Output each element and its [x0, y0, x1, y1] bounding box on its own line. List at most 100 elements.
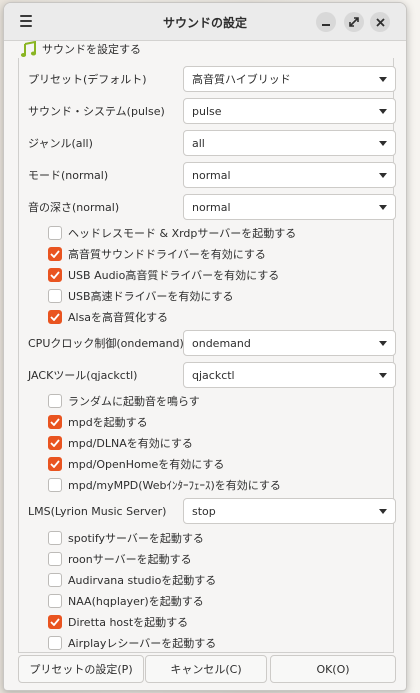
settings-header: サウンドを設定する — [20, 40, 141, 58]
chevron-down-icon — [379, 77, 387, 82]
chevron-down-icon — [379, 141, 387, 146]
alsa-checkbox[interactable]: Alsaを高音質化する — [48, 308, 168, 326]
chevron-down-icon — [379, 509, 387, 514]
checkbox-label: ヘッドレスモード & Xrdpサーバーを起動する — [68, 227, 297, 240]
chevron-down-icon — [379, 109, 387, 114]
checkbox-label: mpd/myMPD(Webｲﾝﾀｰﾌｪｰｽ)を有効にする — [68, 479, 281, 492]
checkbox-box[interactable] — [48, 268, 62, 282]
sound-system-select[interactable]: pulse — [183, 98, 396, 124]
jack-row: JACKツール(qjackctl) qjackctl — [28, 362, 396, 388]
depth-value: normal — [192, 200, 231, 214]
checkbox-label: Airplayレシーバーを起動する — [68, 637, 217, 650]
hq-driver-checkbox[interactable]: 高音質サウンドドライバーを有効にする — [48, 245, 266, 263]
checkbox-box[interactable] — [48, 394, 62, 408]
checkbox-label: Alsaを高音質化する — [68, 311, 169, 324]
airplay-checkbox[interactable]: Airplayレシーバーを起動する — [48, 634, 216, 652]
sound-settings-window: サウンドの設定 サウンドを設定する プリセット(デフォルト) 高音質ハイブリッド… — [3, 2, 407, 691]
mode-select[interactable]: normal — [183, 162, 396, 188]
lms-select[interactable]: stop — [183, 498, 396, 524]
roon-checkbox[interactable]: roonサーバーを起動する — [48, 550, 192, 568]
checkbox-label: 高音質サウンドドライバーを有効にする — [68, 248, 266, 261]
jack-label: JACKツール(qjackctl) — [28, 369, 138, 382]
depth-select[interactable]: normal — [183, 194, 396, 220]
dialog-footer: プリセットの設定(P) キャンセル(C) OK(O) — [4, 655, 406, 690]
checkbox-box[interactable] — [48, 289, 62, 303]
preset-settings-button[interactable]: プリセットの設定(P) — [18, 655, 144, 683]
chevron-down-icon — [379, 205, 387, 210]
genre-select[interactable]: all — [183, 130, 396, 156]
preset-label: プリセット(デフォルト) — [28, 73, 147, 86]
checkbox-box[interactable] — [48, 310, 62, 324]
sound-system-label: サウンド・システム(pulse) — [28, 105, 165, 118]
headless-checkbox[interactable]: ヘッドレスモード & Xrdpサーバーを起動する — [48, 224, 296, 242]
title-bar: サウンドの設定 — [4, 3, 406, 41]
checkbox-box[interactable] — [48, 226, 62, 240]
checkbox-label: USB高速ドライバーを有効にする — [68, 290, 234, 303]
checkbox-box[interactable] — [48, 247, 62, 261]
checkbox-label: Diretta hostを起動する — [68, 616, 189, 629]
usb-audio-checkbox[interactable]: USB Audio高音質ドライバーを有効にする — [48, 266, 279, 284]
usb-fast-checkbox[interactable]: USB高速ドライバーを有効にする — [48, 287, 233, 305]
lms-label: LMS(Lyrion Music Server) — [28, 504, 167, 518]
sound-system-value: pulse — [192, 104, 222, 118]
mpd-openhome-checkbox[interactable]: mpd/OpenHomeを有効にする — [48, 455, 224, 473]
checkbox-box[interactable] — [48, 552, 62, 566]
checkbox-label: roonサーバーを起動する — [68, 553, 192, 566]
checkbox-box[interactable] — [48, 478, 62, 492]
cpu-label: CPUクロック制御(ondemand) — [28, 337, 184, 350]
naa-checkbox[interactable]: NAA(hqplayer)を起動する — [48, 592, 204, 610]
checkbox-box[interactable] — [48, 573, 62, 587]
jack-value: qjackctl — [192, 368, 235, 382]
minimize-button[interactable] — [316, 12, 336, 32]
checkbox-label: mpd/OpenHomeを有効にする — [68, 458, 225, 471]
checkbox-label: spotifyサーバーを起動する — [68, 532, 204, 545]
checkbox-box[interactable] — [48, 415, 62, 429]
checkbox-label: ランダムに起動音を鳴らす — [68, 395, 200, 408]
header-label: サウンドを設定する — [42, 43, 141, 56]
checkbox-label: mpdを起動する — [68, 416, 148, 429]
checkbox-label: Audirvana studioを起動する — [68, 574, 217, 587]
chevron-down-icon — [379, 173, 387, 178]
checkbox-box[interactable] — [48, 594, 62, 608]
genre-row: ジャンル(all) all — [28, 130, 396, 156]
checkbox-label: mpd/DLNAを有効にする — [68, 437, 193, 450]
cpu-select[interactable]: ondemand — [183, 330, 396, 356]
chevron-down-icon — [379, 373, 387, 378]
checkbox-label: USB Audio高音質ドライバーを有効にする — [68, 269, 280, 282]
jack-select[interactable]: qjackctl — [183, 362, 396, 388]
sound-system-row: サウンド・システム(pulse) pulse — [28, 98, 396, 124]
diretta-checkbox[interactable]: Diretta hostを起動する — [48, 613, 188, 631]
checkbox-label: NAA(hqplayer)を起動する — [68, 595, 204, 608]
cancel-button[interactable]: キャンセル(C) — [145, 655, 267, 683]
checkbox-box[interactable] — [48, 436, 62, 450]
depth-row: 音の深さ(normal) normal — [28, 194, 396, 220]
genre-label: ジャンル(all) — [28, 137, 93, 150]
ok-button[interactable]: OK(O) — [270, 655, 396, 683]
mpd-mympd-checkbox[interactable]: mpd/myMPD(Webｲﾝﾀｰﾌｪｰｽ)を有効にする — [48, 476, 281, 494]
checkbox-box[interactable] — [48, 457, 62, 471]
audirvana-checkbox[interactable]: Audirvana studioを起動する — [48, 571, 216, 589]
cpu-row: CPUクロック制御(ondemand) ondemand — [28, 330, 396, 356]
mode-label: モード(normal) — [28, 169, 109, 182]
chevron-down-icon — [379, 341, 387, 346]
checkbox-box[interactable] — [48, 636, 62, 650]
checkbox-box[interactable] — [48, 531, 62, 545]
mpd-checkbox[interactable]: mpdを起動する — [48, 413, 148, 431]
spotify-checkbox[interactable]: spotifyサーバーを起動する — [48, 529, 204, 547]
lms-row: LMS(Lyrion Music Server) stop — [28, 498, 396, 524]
random-sound-checkbox[interactable]: ランダムに起動音を鳴らす — [48, 392, 200, 410]
mode-row: モード(normal) normal — [28, 162, 396, 188]
preset-row: プリセット(デフォルト) 高音質ハイブリッド — [28, 66, 396, 92]
preset-value: 高音質ハイブリッド — [192, 73, 291, 86]
maximize-button[interactable] — [344, 12, 364, 32]
depth-label: 音の深さ(normal) — [28, 201, 120, 214]
close-button[interactable] — [370, 12, 390, 32]
lms-value: stop — [192, 504, 216, 518]
preset-select[interactable]: 高音質ハイブリッド — [183, 66, 396, 92]
genre-value: all — [192, 136, 205, 150]
cpu-value: ondemand — [192, 336, 251, 350]
music-note-icon — [20, 40, 37, 57]
checkbox-box[interactable] — [48, 615, 62, 629]
mode-value: normal — [192, 168, 231, 182]
mpd-dlna-checkbox[interactable]: mpd/DLNAを有効にする — [48, 434, 193, 452]
